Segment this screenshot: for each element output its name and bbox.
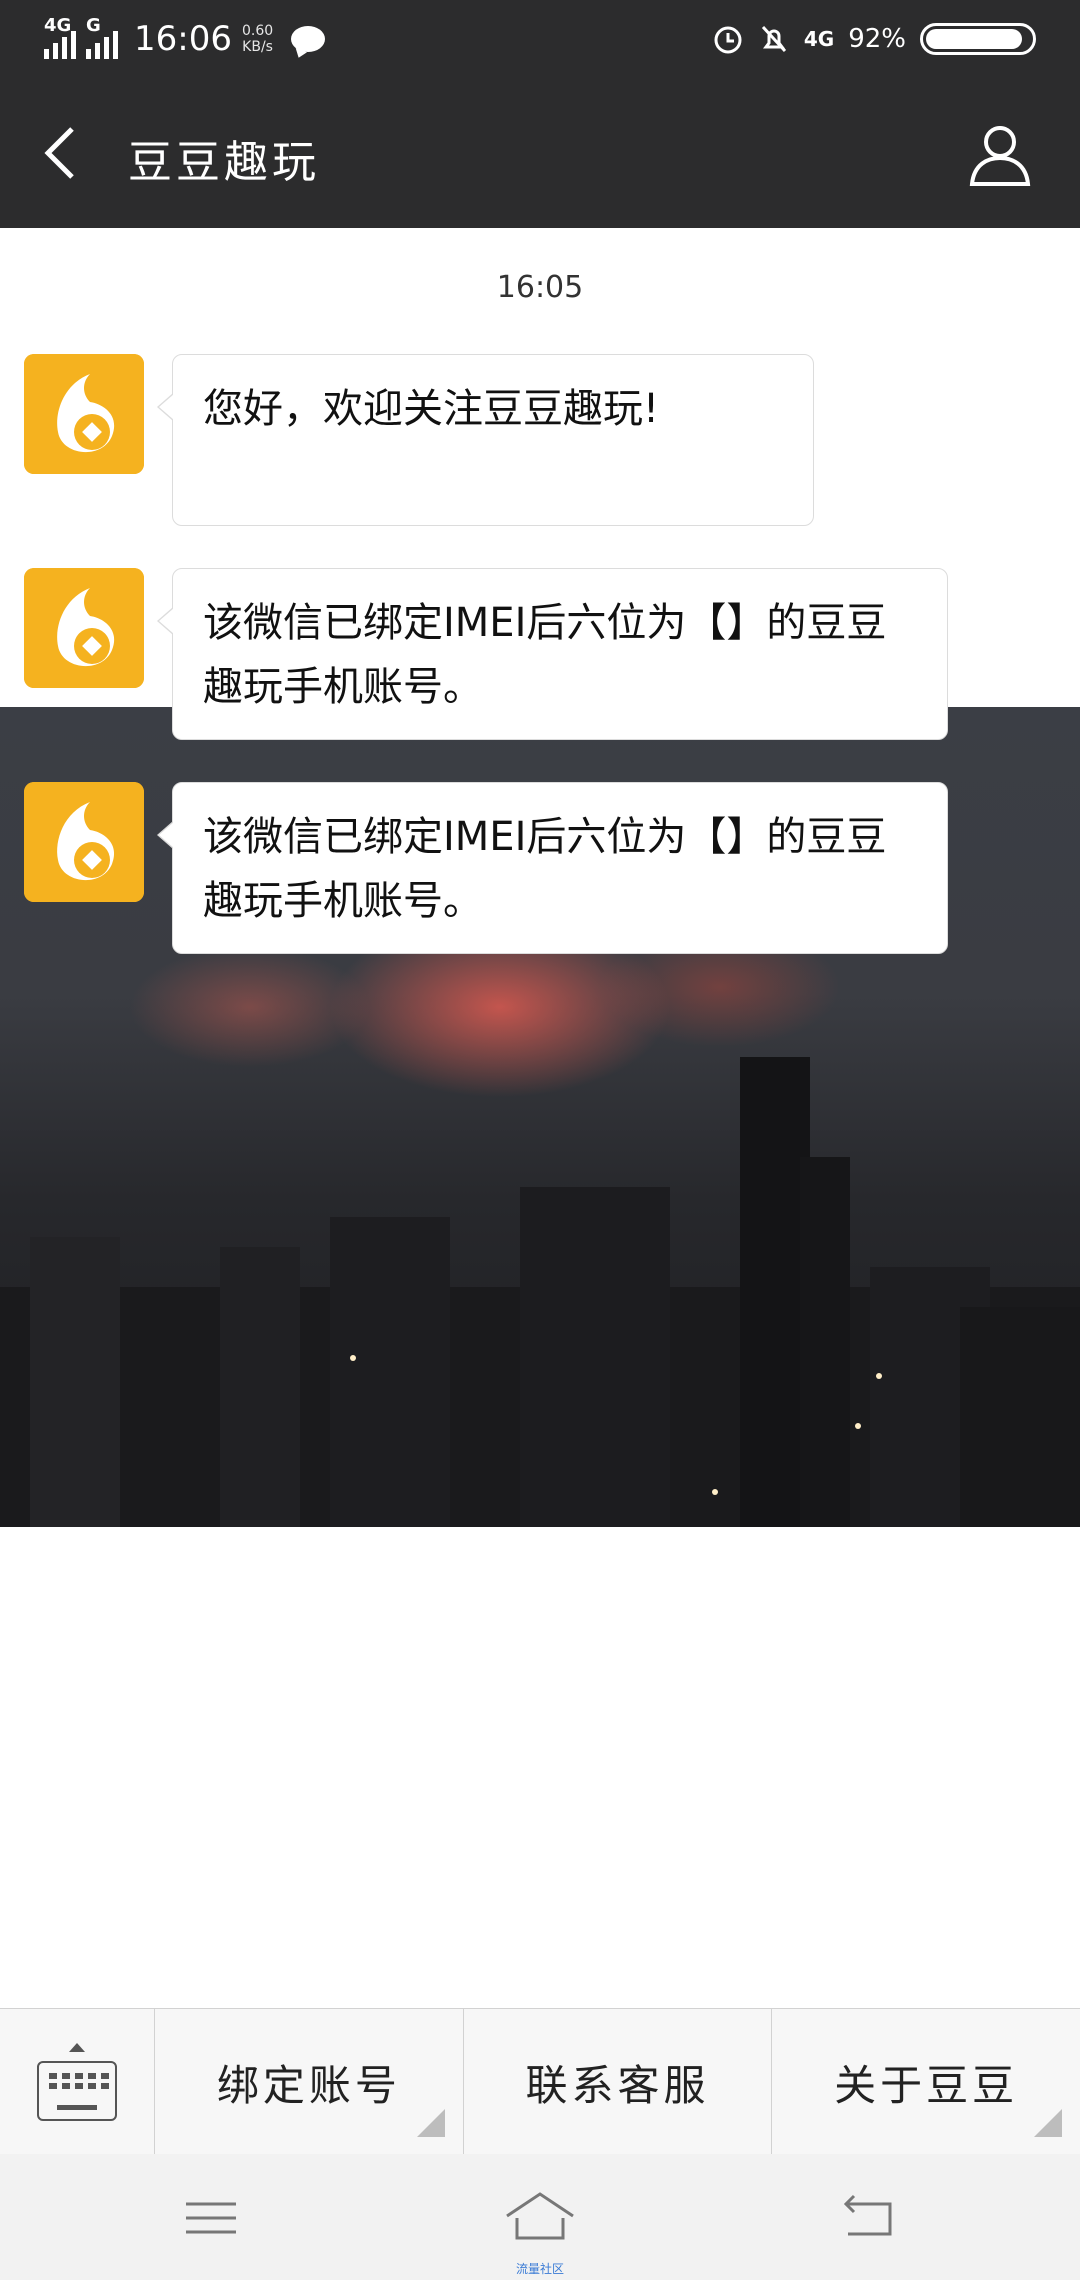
expand-up-icon xyxy=(69,2043,85,2052)
menu-bind-account[interactable]: 绑定账号 xyxy=(155,2009,464,2155)
keyboard-toggle-button[interactable] xyxy=(0,2009,155,2155)
mute-bell-icon xyxy=(758,23,790,55)
network-speed-unit: KB/s xyxy=(242,39,273,55)
signal-strength-icon: 4G xyxy=(44,15,76,59)
network-type: 4G xyxy=(803,27,835,51)
chevron-left-icon xyxy=(44,127,74,179)
official-account-avatar[interactable] xyxy=(24,568,144,688)
signal-label-1: 4G xyxy=(44,15,72,36)
app-header: 豆豆趣玩 xyxy=(0,78,1080,228)
menu-item-label: 关于豆豆 xyxy=(834,2060,1019,2110)
chat-message: 您好，欢迎关注豆豆趣玩! xyxy=(157,354,814,526)
signal-label-2: G xyxy=(86,15,101,36)
back-button[interactable] xyxy=(30,120,90,186)
signal-strength-icon-2: G xyxy=(86,15,118,59)
profile-button[interactable] xyxy=(964,118,1036,190)
menu-about[interactable]: 关于豆豆 xyxy=(772,2009,1080,2155)
chat-timestamp: 16:05 xyxy=(496,270,584,305)
status-time: 16:06 xyxy=(134,19,232,59)
menu-nav-button[interactable] xyxy=(166,2182,256,2252)
menu-contact-support[interactable]: 联系客服 xyxy=(464,2009,773,2155)
network-speed-value: 0.60 xyxy=(241,23,274,39)
hamburger-icon xyxy=(186,2202,236,2234)
back-arrow-icon xyxy=(843,2194,892,2236)
back-nav-button[interactable] xyxy=(824,2182,914,2252)
custom-menu-bar: 绑定账号 联系客服 关于豆豆 xyxy=(0,2008,1080,2155)
watermark: 流量社区 xyxy=(515,2262,564,2276)
person-icon xyxy=(969,126,1031,186)
status-bar: 4G G 16:06 0.60 KB/s 4G 92% xyxy=(0,0,1080,78)
submenu-indicator-icon xyxy=(1034,2109,1063,2137)
keyboard-icon xyxy=(37,2061,117,2121)
coin-bag-logo-icon xyxy=(24,354,144,474)
message-notification-icon xyxy=(291,26,326,52)
submenu-indicator-icon xyxy=(416,2109,445,2137)
menu-item-label: 联系客服 xyxy=(525,2060,710,2110)
official-account-avatar[interactable] xyxy=(24,354,144,474)
menu-item-label: 绑定账号 xyxy=(216,2060,401,2110)
official-account-avatar[interactable] xyxy=(24,782,144,902)
battery-percent: 92% xyxy=(848,24,906,54)
home-nav-button[interactable] xyxy=(495,2182,585,2252)
page-title: 豆豆趣玩 xyxy=(128,137,320,188)
system-navigation-bar: 流量社区 xyxy=(0,2154,1080,2280)
network-speed: 0.60 KB/s xyxy=(242,23,273,55)
coin-bag-logo-icon xyxy=(24,782,144,902)
alarm-icon xyxy=(712,23,744,55)
battery-icon xyxy=(920,23,1036,55)
chat-message: 该微信已绑定IMEI后六位为【】的豆豆趣玩手机账号。 xyxy=(157,782,948,954)
chat-message: 该微信已绑定IMEI后六位为【】的豆豆趣玩手机账号。 xyxy=(157,568,948,740)
home-icon xyxy=(506,2192,574,2240)
coin-bag-logo-icon xyxy=(24,568,144,688)
